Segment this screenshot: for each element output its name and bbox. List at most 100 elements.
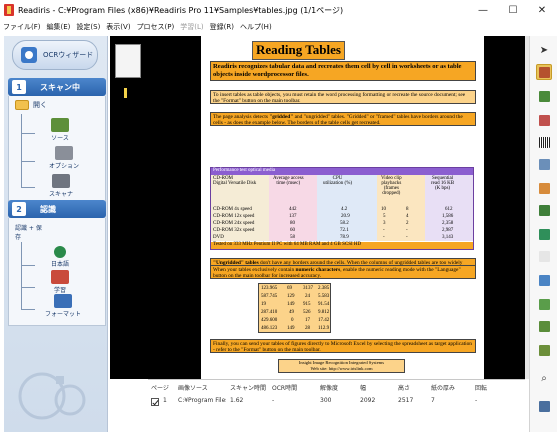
- step-2-badge: 2: [12, 202, 26, 216]
- table-cell: 20.9: [341, 214, 350, 219]
- picture-zone-icon[interactable]: [536, 88, 552, 104]
- learning-button[interactable]: 学習: [51, 270, 69, 294]
- section-scan-header[interactable]: 1 スキャン中: [8, 78, 106, 96]
- col-header-source[interactable]: 画像ソース: [178, 383, 208, 392]
- settings-icon[interactable]: [536, 398, 552, 414]
- open-button[interactable]: 開く: [15, 100, 47, 110]
- table-cell: 80: [290, 221, 295, 226]
- col-header-scan-time[interactable]: スキャン時間: [230, 383, 266, 392]
- spell-icon[interactable]: [536, 342, 552, 358]
- col-header-height[interactable]: 高さ: [398, 383, 410, 392]
- menu-help[interactable]: ヘルプ(H): [240, 22, 272, 32]
- select-arrow-icon[interactable]: ➤: [536, 42, 552, 58]
- table-cell: 5: [383, 214, 386, 219]
- col-header-width[interactable]: 幅: [360, 383, 366, 392]
- menu-register[interactable]: 登録(R): [210, 22, 234, 32]
- cell-page: 1: [163, 397, 167, 404]
- numeric-cell: 9.812: [318, 310, 330, 315]
- recognize-save-button[interactable]: 認識 + 保存: [15, 222, 45, 241]
- text-zone-icon[interactable]: [536, 64, 552, 80]
- minimize-button[interactable]: —: [468, 0, 498, 20]
- deskew-icon[interactable]: [536, 272, 552, 288]
- table-row[interactable]: 1 C:¥Program Files (x... 1.62 - 300 2092…: [148, 397, 525, 407]
- wizard-icon: [21, 47, 37, 63]
- doc-title: Reading Tables: [252, 41, 345, 60]
- numeric-cell: 2.385: [318, 286, 330, 291]
- link-icon[interactable]: [536, 248, 552, 264]
- cell-thickness: 7: [431, 397, 435, 404]
- zoom-icon[interactable]: ⌕: [536, 370, 552, 386]
- recognize-save-label: 認識 + 保存: [15, 225, 42, 241]
- table-cell: CD-ROM 12x speed: [213, 214, 255, 219]
- magic-wand-icon[interactable]: [536, 156, 552, 172]
- format-label: フォーマット: [45, 311, 82, 318]
- table-cell: 137: [289, 214, 297, 219]
- numeric-cell: 149: [287, 326, 295, 331]
- table-cell: CD-ROM 4x speed: [213, 207, 252, 212]
- table-cell: CD-ROM 32x speed: [213, 228, 255, 233]
- format-button[interactable]: フォーマット: [45, 294, 81, 318]
- document-viewer[interactable]: Reading Tables Readiris recognizes tabul…: [148, 36, 525, 379]
- scanner-label: スキャナ: [49, 191, 74, 198]
- section-scan-title: スキャン中: [40, 82, 80, 92]
- export-icon[interactable]: [536, 226, 552, 242]
- col-header-page[interactable]: ページ: [151, 383, 169, 392]
- menu-learn[interactable]: 学習(L): [180, 22, 203, 32]
- table-footer: Tested on 333 MHz Pentium II PC with 64 …: [211, 242, 473, 249]
- cell-source: C:¥Program Files (x...: [178, 397, 226, 404]
- title-bar: Readiris - C:¥Program Files (x86)¥Readir…: [0, 0, 557, 20]
- numeric-cell: 17: [305, 318, 310, 323]
- menu-file[interactable]: ファイル(F): [3, 22, 41, 32]
- tree-connector: [21, 266, 35, 288]
- numeric-cell: 486.123: [261, 326, 278, 331]
- numeric-row: 19 149 915 91.54: [259, 302, 331, 309]
- menu-edit[interactable]: 編集(E): [47, 22, 71, 32]
- col-header-ocr-time[interactable]: OCR時間: [272, 383, 297, 392]
- col-header-thickness[interactable]: 紙の厚み: [431, 383, 455, 392]
- numeric-cell: 24: [305, 294, 310, 299]
- table-cell: 2,987: [442, 228, 454, 233]
- eraser-icon[interactable]: [536, 180, 552, 196]
- table-cell: 72.1: [340, 228, 349, 233]
- source-button[interactable]: ソース: [51, 118, 69, 142]
- document-page: Reading Tables Readiris recognizes tabul…: [201, 36, 484, 379]
- maximize-button[interactable]: ☐: [498, 0, 528, 20]
- ocr-wizard-button[interactable]: OCRウィザード: [12, 40, 98, 70]
- doc-para-4: When your tables exclusively contain num…: [210, 265, 476, 279]
- options-label: オプション: [49, 163, 80, 170]
- col-header-rotation[interactable]: 回転: [475, 383, 487, 392]
- numeric-cell: 149: [287, 302, 295, 307]
- numeric-row: 429.600 0 17 17.42: [259, 318, 331, 325]
- page-thumbnail[interactable]: [115, 44, 141, 78]
- menu-view[interactable]: 表示(V): [106, 22, 130, 32]
- table-caption: Performance test optical media: [211, 168, 473, 175]
- menu-settings[interactable]: 設定(S): [76, 22, 100, 32]
- table-cell: -: [383, 228, 385, 233]
- menu-process[interactable]: プロセス(P): [137, 22, 175, 32]
- barcode-zone-icon[interactable]: [536, 134, 552, 150]
- rotate-icon[interactable]: [536, 296, 552, 312]
- numeric-row: 486.123 149 28 112.9: [259, 326, 331, 333]
- options-button[interactable]: オプション: [49, 146, 79, 170]
- tree-connector: [21, 288, 35, 310]
- app-window: Readiris - C:¥Program Files (x86)¥Readir…: [0, 0, 557, 432]
- numeric-row: 587.745 129 24 5.583: [259, 294, 331, 301]
- table-zone-icon[interactable]: [536, 112, 552, 128]
- ocr-wizard-label: OCRウィザード: [43, 51, 94, 59]
- numeric-cell: 429.600: [261, 318, 278, 323]
- table-cell: 4: [406, 214, 409, 219]
- language-button[interactable]: 日本語: [51, 246, 69, 268]
- open-label: 開く: [33, 101, 47, 109]
- page-checkbox[interactable]: [151, 398, 159, 406]
- copy-icon[interactable]: [536, 202, 552, 218]
- source-label: ソース: [51, 135, 69, 142]
- table-cell: 612: [445, 207, 453, 212]
- section-recognize-header[interactable]: 2 認識: [8, 200, 106, 218]
- col-header-resolution[interactable]: 解像度: [320, 383, 338, 392]
- grid-icon[interactable]: [536, 318, 552, 334]
- numeric-cell: 587.745: [261, 294, 278, 299]
- numeric-cell: 49: [289, 310, 294, 315]
- cell-scan-time: 1.62: [230, 397, 244, 404]
- close-button[interactable]: ✕: [527, 0, 557, 20]
- scanner-button[interactable]: スキャナ: [49, 174, 73, 198]
